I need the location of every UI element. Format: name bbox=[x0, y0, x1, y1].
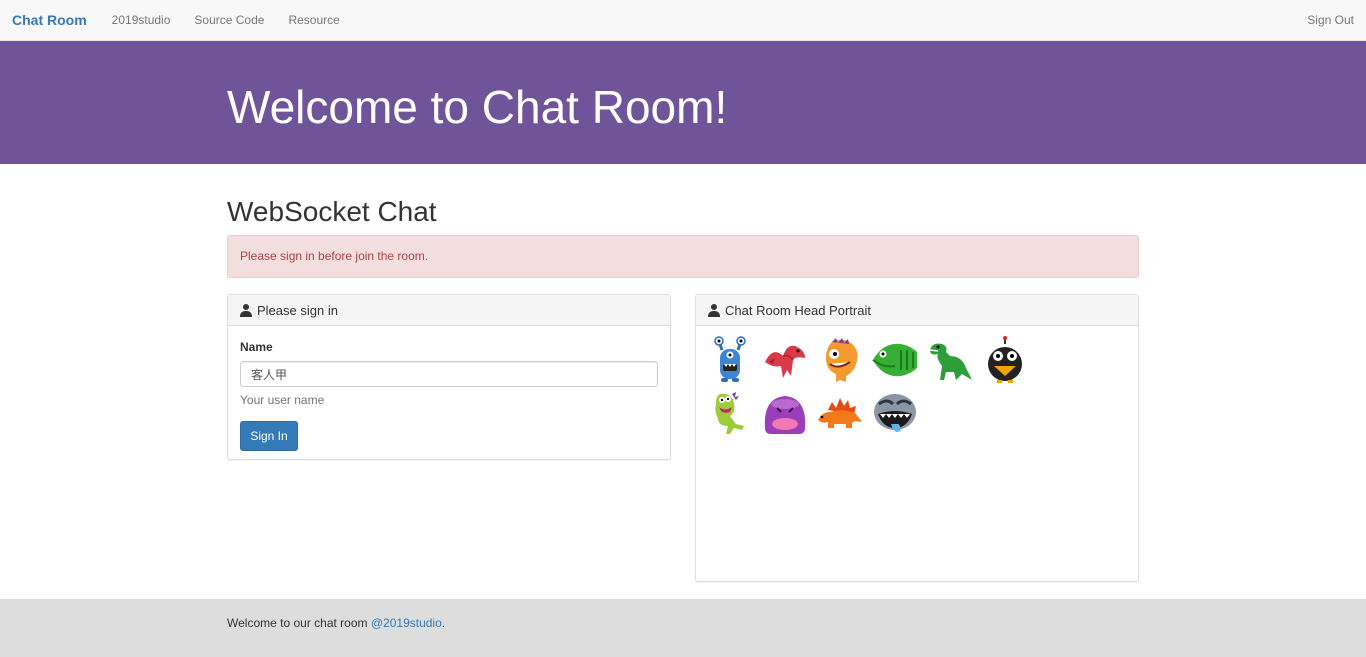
black-bird-icon[interactable] bbox=[981, 336, 1029, 384]
user-icon bbox=[708, 303, 720, 317]
sign-in-panel: Please sign in Name Your user name Sign … bbox=[227, 294, 671, 460]
main-content: WebSocket Chat Please sign in before joi… bbox=[0, 164, 1366, 599]
green-lizard-icon[interactable] bbox=[706, 390, 754, 438]
orange-monster-icon[interactable] bbox=[816, 336, 864, 384]
nav-link-resource[interactable]: Resource bbox=[288, 13, 339, 27]
footer: Welcome to our chat room @2019studio. bbox=[0, 599, 1366, 657]
avatar-grid bbox=[696, 326, 1086, 454]
jumbotron: Welcome to Chat Room! bbox=[0, 41, 1366, 164]
sign-in-form: Name Your user name Sign In bbox=[228, 326, 670, 463]
sign-in-alert: Please sign in before join the room. bbox=[227, 235, 1139, 278]
footer-text-line: Welcome to our chat room @2019studio. bbox=[227, 616, 445, 630]
page-heading: WebSocket Chat bbox=[227, 196, 437, 227]
green-fish-icon[interactable] bbox=[871, 336, 919, 384]
green-dinosaur-icon[interactable] bbox=[926, 336, 974, 384]
name-label: Name bbox=[240, 340, 273, 354]
portrait-panel: Chat Room Head Portrait bbox=[695, 294, 1139, 582]
sign-in-button[interactable]: Sign In bbox=[240, 421, 298, 451]
sign-in-panel-title: Please sign in bbox=[257, 302, 338, 318]
navbar: Chat Room 2019studio Source Code Resourc… bbox=[0, 0, 1366, 41]
user-icon bbox=[240, 303, 252, 317]
sign-out-link[interactable]: Sign Out bbox=[1307, 13, 1354, 27]
brand-link[interactable]: Chat Room bbox=[12, 12, 87, 28]
footer-suffix: . bbox=[441, 616, 446, 630]
footer-text: Welcome to our chat room bbox=[227, 616, 368, 630]
footer-link-2019studio[interactable]: @2019studio bbox=[371, 616, 442, 630]
nav-link-source-code[interactable]: Source Code bbox=[194, 13, 264, 27]
name-input[interactable] bbox=[240, 361, 658, 387]
gray-monster-icon[interactable] bbox=[871, 390, 919, 438]
name-help-text: Your user name bbox=[240, 393, 325, 407]
jumbotron-title: Welcome to Chat Room! bbox=[227, 81, 728, 133]
red-dragon-icon[interactable] bbox=[761, 336, 809, 384]
blue-monster-icon[interactable] bbox=[706, 336, 754, 384]
portrait-panel-heading: Chat Room Head Portrait bbox=[696, 295, 1138, 326]
orange-stegosaurus-icon[interactable] bbox=[816, 390, 864, 438]
sign-in-panel-heading: Please sign in bbox=[228, 295, 670, 326]
purple-blob-icon[interactable] bbox=[761, 390, 809, 438]
nav-link-2019studio[interactable]: 2019studio bbox=[112, 13, 171, 27]
portrait-panel-title: Chat Room Head Portrait bbox=[725, 302, 871, 318]
